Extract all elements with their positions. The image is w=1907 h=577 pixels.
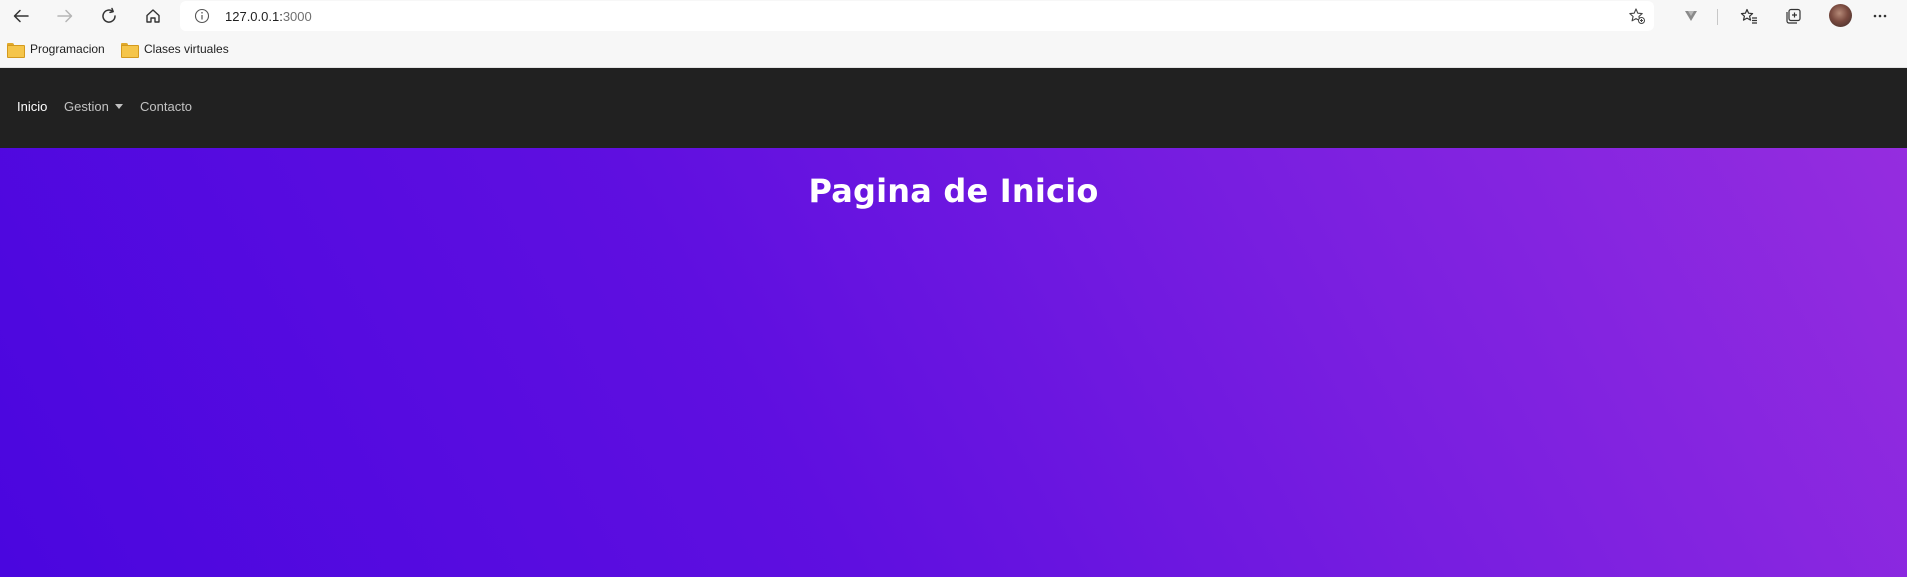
add-favorite-icon[interactable]	[1628, 7, 1646, 25]
nav-link-contacto[interactable]: Contacto	[140, 99, 192, 114]
hero-section: Pagina de Inicio	[0, 148, 1907, 577]
more-menu-button[interactable]	[1866, 2, 1894, 30]
back-button[interactable]	[7, 2, 35, 30]
forward-button[interactable]	[51, 2, 79, 30]
toolbar-separator	[1717, 9, 1718, 25]
favorites-button[interactable]	[1735, 2, 1763, 30]
home-icon	[146, 9, 160, 23]
back-arrow-icon	[13, 9, 29, 23]
caret-down-icon	[114, 104, 123, 109]
more-menu-icon	[1873, 14, 1887, 18]
folder-icon	[121, 42, 139, 58]
url-host: 127.0.0.1:	[225, 9, 283, 24]
nav-dropdown-label: Gestion	[64, 99, 109, 114]
profile-avatar[interactable]	[1829, 4, 1852, 27]
address-bar[interactable]: 127.0.0.1:3000	[180, 1, 1654, 31]
extension-icon	[1685, 11, 1697, 21]
home-button[interactable]	[139, 2, 167, 30]
refresh-icon	[102, 7, 116, 23]
bookmark-label: Programacion	[30, 42, 105, 56]
url-text[interactable]: 127.0.0.1:3000	[225, 9, 312, 24]
bookmark-folder-programacion[interactable]: Programacion	[7, 40, 105, 58]
bookmark-label: Clases virtuales	[144, 42, 229, 56]
extension-button[interactable]	[1677, 2, 1705, 30]
browser-toolbar: 127.0.0.1:3000	[0, 0, 1907, 31]
favorites-icon	[1740, 8, 1757, 24]
bookmarks-bar: Programacion Clases virtuales	[0, 31, 1907, 68]
refresh-button[interactable]	[95, 2, 123, 30]
bookmark-folder-clases-virtuales[interactable]: Clases virtuales	[121, 40, 229, 58]
url-port: 3000	[282, 9, 312, 24]
nav-link-inicio[interactable]: Inicio	[17, 99, 47, 114]
forward-arrow-icon	[57, 9, 73, 23]
page-title: Pagina de Inicio	[808, 172, 1099, 210]
folder-icon	[7, 42, 25, 58]
collections-button[interactable]	[1779, 2, 1807, 30]
site-navbar: Inicio Gestion Contacto	[0, 68, 1907, 148]
collections-icon	[1786, 8, 1801, 24]
site-info-icon[interactable]	[194, 8, 210, 24]
nav-dropdown-gestion[interactable]: Gestion	[64, 99, 123, 114]
